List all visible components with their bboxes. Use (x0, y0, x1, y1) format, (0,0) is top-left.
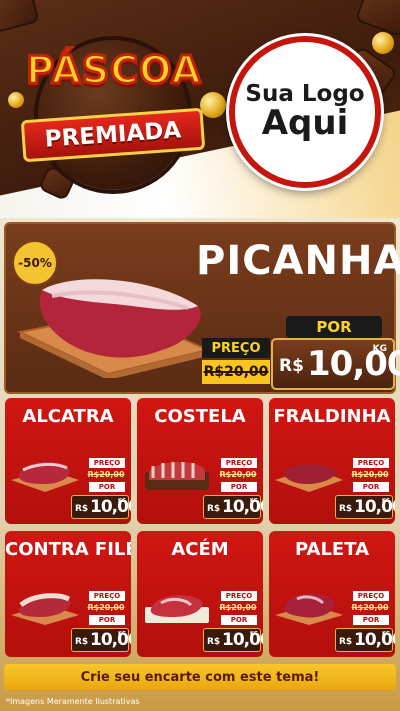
price-box: R$10,00KG (335, 628, 395, 652)
unit-label: KG (250, 631, 258, 637)
chocolate-decoration (0, 0, 40, 34)
featured-por-label: POR (286, 316, 382, 338)
unit-label: KG (382, 631, 390, 637)
product-card: COSTELA PREÇO R$20,00 POR R$10,00KG (137, 398, 263, 524)
gold-candy-icon (200, 92, 226, 118)
old-price-text: R$20,00 (351, 470, 389, 479)
meat-image (273, 450, 345, 494)
old-price: R$20,00 (85, 469, 127, 480)
unit-label: KG (250, 498, 258, 504)
unit-label: KG (382, 498, 390, 504)
currency-symbol: R$ (75, 637, 89, 647)
product-name: CONTRA FILÉ (5, 539, 131, 560)
old-price-text: R$20,00 (87, 470, 125, 479)
title-pascoa: PÁSCOA (25, 47, 203, 94)
featured-product-card: -50% PICANHA POR PREÇO R$20,00 R$ 10,00 … (4, 222, 400, 394)
featured-price-box: R$ 10,00 KG (271, 338, 400, 390)
logo-line-2: Aqui (261, 103, 349, 144)
featured-preco-label: PREÇO (202, 338, 270, 358)
header-banner: PÁSCOA PREMIADA Sua Logo Aqui (0, 0, 400, 218)
price-box: R$10,00KG (203, 628, 263, 652)
discount-badge: -50% (12, 240, 58, 286)
product-card: FRALDINHA PREÇO R$20,00 POR R$10,00KG (269, 398, 395, 524)
product-name: ALCATRA (22, 406, 114, 427)
currency-symbol: R$ (75, 504, 89, 514)
gold-candy-icon (8, 92, 24, 108)
disclaimer-text: *Imagens Meramente Ilustrativas (6, 697, 140, 706)
unit-label: KG (118, 498, 126, 504)
por-label: POR (221, 482, 257, 492)
currency-symbol: R$ (279, 356, 304, 376)
por-label: POR (353, 615, 389, 625)
old-price: R$20,00 (349, 469, 391, 480)
product-name: FRALDINHA (273, 406, 391, 427)
product-card: ALCATRA PREÇO R$20,00 POR R$10,00KG (5, 398, 131, 524)
price-box: R$10,00KG (203, 495, 263, 519)
gold-candy-icon (372, 32, 394, 54)
meat-image (9, 450, 81, 494)
preco-label: PREÇO (89, 458, 125, 468)
chocolate-decoration (354, 0, 400, 38)
price-box: R$10,00KG (71, 495, 131, 519)
meat-image (273, 583, 345, 627)
price-box: R$10,00KG (71, 628, 131, 652)
featured-product-name: PICANHA (196, 238, 400, 284)
preco-label: PREÇO (89, 591, 125, 601)
meat-image (141, 583, 213, 627)
old-price: R$20,00 (85, 602, 127, 613)
product-card: PALETA PREÇO R$20,00 POR R$10,00KG (269, 531, 395, 657)
meat-image (141, 450, 213, 494)
meat-image (9, 583, 81, 627)
preco-label: PREÇO (353, 458, 389, 468)
unit-label: KG (118, 631, 126, 637)
price-box: R$10,00KG (335, 495, 395, 519)
preco-label: PREÇO (353, 591, 389, 601)
currency-symbol: R$ (207, 637, 221, 647)
product-name: COSTELA (154, 406, 246, 427)
old-price-text: R$20,00 (219, 603, 257, 612)
featured-old-price: R$20,00 (202, 360, 270, 384)
currency-symbol: R$ (339, 504, 353, 514)
cta-banner[interactable]: Crie seu encarte com este tema! (4, 664, 396, 690)
old-price: R$20,00 (217, 602, 259, 613)
product-name: ACÉM (171, 539, 229, 560)
por-label: POR (353, 482, 389, 492)
old-price: R$20,00 (217, 469, 259, 480)
product-name: PALETA (294, 539, 370, 560)
old-price: R$20,00 (349, 602, 391, 613)
old-price-text: R$20,00 (203, 364, 269, 380)
old-price-text: R$20,00 (219, 470, 257, 479)
old-price-text: R$20,00 (351, 603, 389, 612)
old-price-text: R$20,00 (87, 603, 125, 612)
logo-placeholder: Sua Logo Aqui (229, 36, 381, 188)
product-card: ACÉM PREÇO R$20,00 POR R$10,00KG (137, 531, 263, 657)
preco-label: PREÇO (221, 458, 257, 468)
por-label: POR (89, 615, 125, 625)
product-card: CONTRA FILÉ PREÇO R$20,00 POR R$10,00KG (5, 531, 131, 657)
currency-symbol: R$ (339, 637, 353, 647)
currency-symbol: R$ (207, 504, 221, 514)
unit-label: KG (372, 344, 387, 354)
preco-label: PREÇO (221, 591, 257, 601)
por-label: POR (89, 482, 125, 492)
por-label: POR (221, 615, 257, 625)
